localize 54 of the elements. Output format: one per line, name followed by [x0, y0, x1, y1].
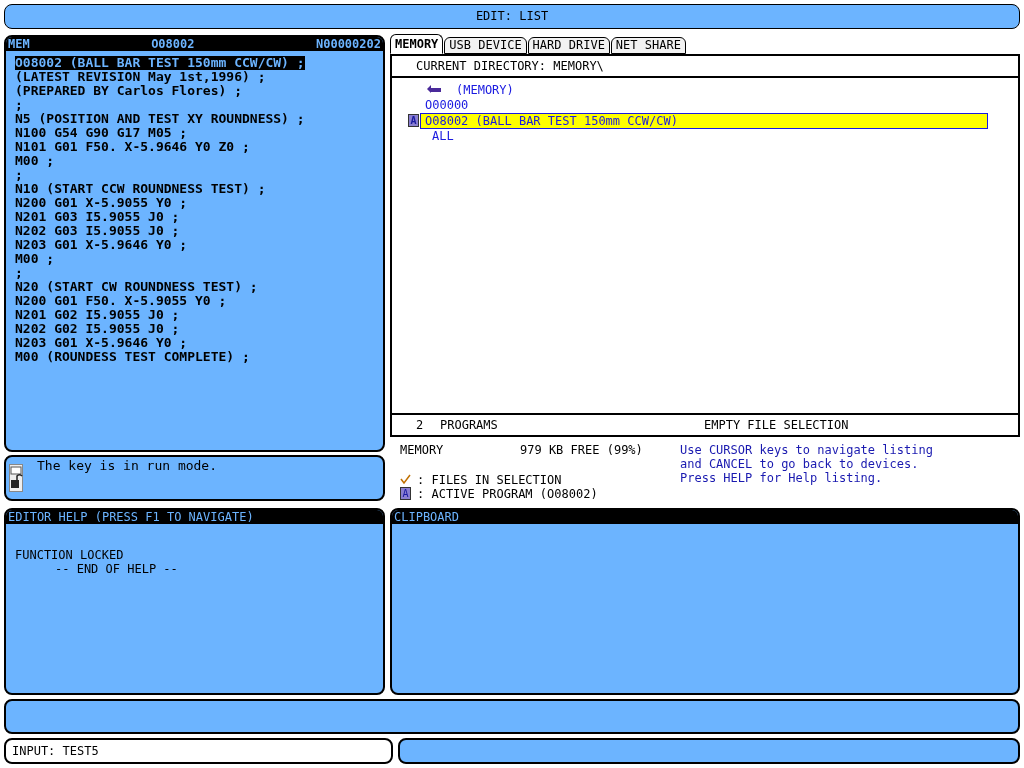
- input-field[interactable]: INPUT: TEST5: [4, 738, 393, 764]
- key-status-message: The key is in run mode.: [37, 458, 217, 473]
- code-line[interactable]: (PREPARED BY Carlos Flores) ;: [15, 83, 242, 98]
- legend-text: : FILES IN SELECTION: [417, 472, 562, 487]
- storage-device: MEMORY: [400, 442, 445, 457]
- check-icon: [400, 474, 411, 486]
- code-line[interactable]: N10 (START CCW ROUNDNESS TEST) ;: [15, 181, 266, 196]
- code-line[interactable]: ;: [15, 97, 23, 112]
- code-line[interactable]: N203 G01 X-5.9646 Y0 ;: [15, 335, 188, 350]
- program-file-item[interactable]: O08002 (BALL BAR TEST 150mm CCW/CW): [420, 112, 988, 129]
- code-line[interactable]: M00 ;: [15, 251, 55, 266]
- parent-directory-item[interactable]: (MEMORY): [456, 82, 514, 97]
- clipboard-title: CLIPBOARD: [392, 509, 1018, 524]
- sequence-number: N00000202: [315, 36, 381, 51]
- code-line[interactable]: N20 (START CW ROUNDNESS TEST) ;: [15, 279, 258, 294]
- code-line[interactable]: N5 (POSITION AND TEST XY ROUNDNESS) ;: [15, 111, 305, 126]
- code-line[interactable]: ;: [15, 265, 23, 280]
- storage-free: 979 KB FREE (99%): [520, 442, 643, 457]
- hint-text: Press HELP for Help listing.: [680, 470, 884, 485]
- lock-icon: [9, 463, 23, 492]
- hint-text: Use CURSOR keys to navigate listing: [680, 442, 933, 457]
- code-line[interactable]: (LATEST REVISION May 1st,1996) ;: [15, 69, 266, 84]
- mode-label: MEM: [8, 36, 30, 51]
- all-filter-item[interactable]: ALL: [392, 128, 1018, 143]
- code-line[interactable]: N100 G54 G90 G17 M05 ;: [15, 125, 188, 140]
- tab[interactable]: USB DEVICE: [444, 36, 527, 54]
- code-line[interactable]: N200 G01 X-5.9055 Y0 ;: [15, 195, 188, 210]
- tab[interactable]: NET SHARE: [610, 36, 686, 54]
- code-line[interactable]: M00 (ROUNDESS TEST COMPLETE) ;: [15, 349, 250, 364]
- code-line[interactable]: N202 G02 I5.9055 J0 ;: [15, 321, 180, 336]
- program-file-item[interactable]: O00000: [420, 96, 470, 113]
- program-number: O08002: [151, 36, 195, 51]
- code-line[interactable]: N201 G03 I5.9055 J0 ;: [15, 209, 180, 224]
- code-line[interactable]: N201 G02 I5.9055 J0 ;: [15, 307, 180, 322]
- code-line[interactable]: N202 G03 I5.9055 J0 ;: [15, 223, 180, 238]
- program-count: 2: [415, 417, 425, 432]
- editor-help-title: EDITOR HELP (PRESS F1 TO NAVIGATE): [6, 509, 383, 524]
- code-line[interactable]: M00 ;: [15, 153, 55, 168]
- file-selection-status: EMPTY FILE SELECTION: [704, 417, 849, 432]
- tab[interactable]: HARD DRIVE: [527, 36, 610, 54]
- help-text: FUNCTION LOCKED: [15, 547, 125, 562]
- code-line[interactable]: ;: [15, 167, 23, 182]
- current-directory: CURRENT DIRECTORY: MEMORY\: [416, 58, 604, 73]
- legend-text: : ACTIVE PROGRAM (O08002): [417, 486, 598, 501]
- help-text: -- END OF HELP --: [54, 561, 179, 576]
- active-program-badge: A: [408, 114, 419, 128]
- title-bar: EDIT: LIST: [4, 4, 1020, 29]
- program-count-label: PROGRAMS: [440, 417, 499, 432]
- active-program-badge: A: [400, 487, 411, 501]
- hint-text: and CANCEL to go back to devices.: [680, 456, 919, 471]
- code-line[interactable]: N101 G01 F50. X-5.9646 Y0 Z0 ;: [15, 139, 250, 154]
- code-line[interactable]: N203 G01 X-5.9646 Y0 ;: [15, 237, 188, 252]
- code-line[interactable]: N200 G01 F50. X-5.9055 Y0 ;: [15, 293, 227, 308]
- tab[interactable]: MEMORY: [390, 33, 444, 54]
